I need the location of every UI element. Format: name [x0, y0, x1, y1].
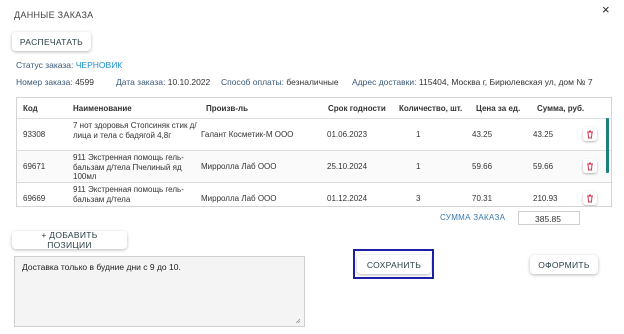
- cell-qty: 3: [416, 194, 421, 203]
- order-date: Дата заказа: 10.10.2022: [116, 77, 210, 87]
- cell-expiry: 01.06.2023: [327, 130, 368, 139]
- trash-icon[interactable]: [583, 159, 597, 173]
- cell-name: 7 нот здоровья Стопсиняк стик д/лица и т…: [73, 121, 197, 140]
- cell-sum: 59.66: [533, 162, 554, 171]
- order-date-value: 10.10.2022: [167, 77, 211, 87]
- cell-maker: Галант Косметик-М ООО: [201, 130, 294, 139]
- col-name: Наименование: [73, 104, 132, 113]
- payment-method: Способ оплаты: безналичные: [221, 77, 339, 87]
- cell-expiry: 25.10.2024: [327, 162, 368, 171]
- cell-code: 69671: [23, 162, 46, 171]
- order-items-table: Код Наименование Произв-ль Срок годности…: [16, 97, 612, 207]
- delivery-address: Адрес доставки: 115404, Москва г, Бирюле…: [352, 77, 593, 87]
- cell-price: 70.31: [472, 194, 493, 203]
- col-sum: Сумма, руб.: [537, 104, 585, 113]
- cell-qty: 1: [416, 130, 421, 139]
- order-number-label: Номер заказа:: [16, 77, 73, 87]
- cell-maker: Мирролла Лаб ООО: [201, 162, 277, 171]
- order-date-label: Дата заказа:: [116, 77, 166, 87]
- submit-order-button[interactable]: ОФОРМИТЬ: [530, 255, 598, 274]
- order-number-value: 4599: [75, 77, 94, 87]
- cell-code: 93308: [23, 130, 46, 139]
- cell-price: 59.66: [472, 162, 493, 171]
- cell-code: 69669: [23, 194, 46, 203]
- status-label: Статус заказа:: [16, 60, 74, 70]
- comment-text: Доставка только в будние дни с 9 до 10.: [22, 262, 181, 272]
- cell-sum: 43.25: [533, 130, 554, 139]
- table-header: Код Наименование Произв-ль Срок годности…: [17, 98, 611, 118]
- status-value: ЧЕРНОВИК: [75, 60, 123, 70]
- cell-maker: Мирролла Лаб ООО: [201, 194, 277, 203]
- order-total-value: 385.85: [518, 211, 580, 225]
- order-status: Статус заказа: ЧЕРНОВИК: [16, 60, 122, 70]
- dialog-title: ДАННЫЕ ЗАКАЗА: [14, 10, 94, 20]
- save-button-highlight: [353, 249, 434, 279]
- order-number: Номер заказа: 4599: [16, 77, 94, 87]
- table-row[interactable]: 69669 911 Экстренная помощь гель-бальзам…: [17, 182, 611, 206]
- table-row[interactable]: 93308 7 нот здоровья Стопсиняк стик д/ли…: [17, 118, 611, 151]
- close-icon[interactable]: ×: [602, 3, 610, 17]
- cell-expiry: 01.12.2024: [327, 194, 368, 203]
- cell-sum: 210.93: [533, 194, 558, 203]
- payment-label: Способ оплаты:: [221, 77, 284, 87]
- col-expiry: Срок годности: [328, 104, 386, 113]
- cell-price: 43.25: [472, 130, 493, 139]
- cell-name: 911 Экстренная помощь гель-бальзам д/тел…: [73, 153, 184, 181]
- table-scrollbar[interactable]: [606, 118, 609, 173]
- col-code: Код: [23, 104, 38, 113]
- trash-icon[interactable]: [583, 191, 597, 205]
- address-value: 115404, Москва г, Бирюлевская ул, дом № …: [418, 77, 593, 87]
- col-price: Цена за ед.: [476, 104, 521, 113]
- trash-icon[interactable]: [583, 127, 597, 141]
- order-total-label: СУММА ЗАКАЗА: [440, 213, 506, 222]
- cell-name: 911 Экстренная помощь гель-бальзам д/тел…: [73, 185, 184, 204]
- add-items-button[interactable]: + ДОБАВИТЬ ПОЗИЦИИ: [12, 230, 127, 250]
- comment-field[interactable]: Доставка только в будние дни с 9 до 10.: [14, 256, 305, 327]
- col-maker: Произв-ль: [206, 104, 248, 113]
- payment-value: безналичные: [286, 77, 339, 87]
- cell-qty: 1: [416, 162, 421, 171]
- address-label: Адрес доставки:: [352, 77, 417, 87]
- table-row[interactable]: 69671 911 Экстренная помощь гель-бальзам…: [17, 150, 611, 183]
- print-button[interactable]: РАСПЕЧАТАТЬ: [12, 32, 91, 51]
- resize-grip-icon[interactable]: [295, 318, 301, 324]
- col-qty: Количество, шт.: [399, 104, 463, 113]
